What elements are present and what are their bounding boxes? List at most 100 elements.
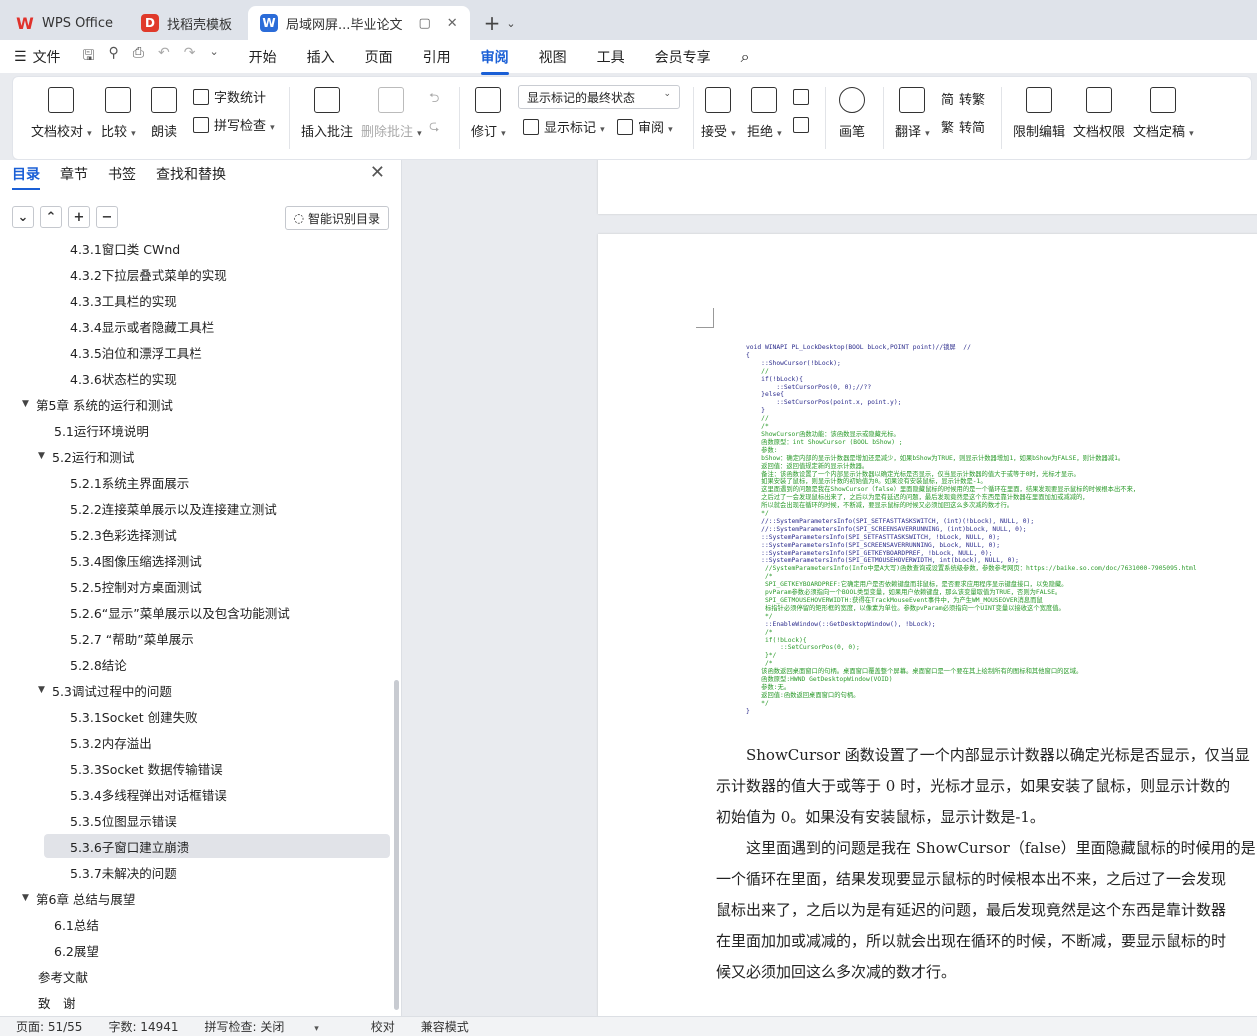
spell-check-button[interactable]: 拼写检查 ▾ — [193, 115, 275, 134]
translate-button[interactable]: 翻译 ▾ — [895, 87, 930, 140]
toc-item[interactable]: ▼ 5.2运行和测试 — [0, 444, 390, 468]
expand-triangle-icon[interactable]: ▼ — [22, 893, 36, 903]
toc-item[interactable]: 5.2.2连接菜单展示以及连接建立测试 — [0, 496, 390, 520]
redo-icon[interactable]: ↷ — [184, 45, 196, 69]
doc-check-button[interactable]: 文档校对 ▾ — [31, 87, 92, 140]
tab-chapters[interactable]: 章节 — [60, 164, 88, 184]
reject-button[interactable]: 拒绝 ▾ — [747, 87, 782, 140]
menu-page[interactable]: 页面 — [365, 47, 393, 67]
prev-comment-icon[interactable]: ⮌ — [429, 89, 439, 111]
toc-item[interactable]: 4.3.1窗口类 CWnd — [0, 240, 390, 260]
next-change-icon[interactable] — [793, 117, 809, 133]
smart-toc-button[interactable]: ◌ 智能识别目录 — [284, 206, 389, 230]
expand-icon[interactable]: ⌄ — [12, 206, 34, 228]
compat-mode: 兼容模式 — [420, 1020, 469, 1034]
toc-item[interactable]: 5.2.7 “帮助”菜单展示 — [0, 626, 390, 650]
toc-item[interactable]: 5.2.1系统主界面展示 — [0, 470, 390, 494]
word-count-indicator[interactable]: 字数: 14941 — [108, 1018, 178, 1035]
toc-item[interactable]: 6.1总结 — [0, 912, 390, 936]
share-icon[interactable]: ⚲ — [109, 45, 119, 69]
read-aloud-button[interactable]: 朗读 — [151, 87, 177, 140]
tab-bookmarks[interactable]: 书签 — [108, 164, 136, 184]
menu-member[interactable]: 会员专享 — [655, 47, 711, 67]
close-icon[interactable]: ✕ — [447, 16, 458, 31]
toc-item[interactable]: ▼ 第5章 系统的运行和测试 — [0, 392, 390, 416]
toc-item[interactable]: 4.3.3工具栏的实现 — [0, 288, 390, 312]
document-area[interactable]: 45 void WINAPI PL_LockDesktop(BOOL bLock… — [403, 160, 1257, 1016]
proof-status[interactable]: 校对 — [371, 1018, 395, 1035]
to-simplified-button[interactable]: 繁 转简 — [941, 117, 985, 136]
prev-change-icon[interactable] — [793, 89, 809, 105]
review-button[interactable]: 审阅 ▾ — [617, 117, 673, 136]
toc-item[interactable]: 5.2.3色彩选择测试 — [0, 522, 390, 546]
markup-state-select[interactable]: 显示标记的最终状态 ⌄ — [518, 85, 680, 109]
toc-item[interactable]: 5.3.3Socket 数据传输错误 — [0, 756, 390, 780]
toc-item[interactable]: 参考文献 — [0, 964, 390, 988]
delete-comment-button[interactable]: 删除批注 ▾ — [361, 87, 422, 140]
remove-icon[interactable]: − — [96, 206, 118, 228]
expand-triangle-icon[interactable]: ▼ — [22, 399, 36, 409]
insert-comment-button[interactable]: 插入批注 — [301, 87, 353, 140]
toc-item[interactable]: ▼ 第6章 总结与展望 — [0, 886, 390, 910]
menu-review[interactable]: 审阅 — [480, 47, 509, 75]
toc-item[interactable]: 6.2展望 — [0, 938, 390, 962]
restrict-edit-label: 限制编辑 — [1013, 125, 1066, 140]
page-indicator[interactable]: 页面: 51/55 — [16, 1018, 82, 1035]
toc-item[interactable]: 4.3.2下拉层叠式菜单的实现 — [0, 262, 390, 286]
tab-toc[interactable]: 目录 — [12, 164, 40, 190]
menu-insert[interactable]: 插入 — [307, 47, 335, 67]
restrict-edit-button[interactable]: 限制编辑 — [1013, 87, 1065, 140]
toc-scrollbar[interactable] — [394, 680, 399, 1010]
expand-triangle-icon[interactable]: ▼ — [38, 685, 52, 695]
simplified-icon: 繁 — [941, 121, 955, 136]
ink-button[interactable]: 画笔 — [839, 87, 865, 140]
toc-item[interactable]: 5.1运行环境说明 — [0, 418, 390, 442]
window-icon[interactable]: ▢ — [418, 16, 430, 31]
menu-reference[interactable]: 引用 — [423, 47, 451, 67]
to-traditional-button[interactable]: 简 转繁 — [941, 89, 985, 108]
toc-item[interactable]: 5.3.2内存溢出 — [0, 730, 390, 754]
tab-find-replace[interactable]: 查找和替换 — [156, 164, 226, 184]
revise-button[interactable]: 修订 ▾ — [471, 87, 506, 140]
show-markup-button[interactable]: 显示标记 ▾ — [523, 117, 605, 136]
tab-document[interactable]: W 局域网屏...毕业论文 ▢ ✕ — [248, 6, 470, 40]
menu-start[interactable]: 开始 — [249, 47, 277, 67]
toc-item[interactable]: 5.3.6子窗口建立崩溃 — [44, 834, 390, 858]
close-icon[interactable]: ✕ — [370, 162, 385, 183]
toc-item[interactable]: 5.3.4多线程弹出对话框错误 — [0, 782, 390, 806]
save-icon[interactable]: 🖫 — [83, 45, 95, 69]
spell-check-status[interactable]: 拼写检查: 关闭 ▾ — [205, 1018, 345, 1035]
toc-item[interactable]: 致 谢 — [0, 990, 390, 1014]
new-tab-button[interactable]: + ⌄ — [474, 6, 526, 40]
toc-item[interactable]: 5.2.5控制对方桌面测试 — [0, 574, 390, 598]
file-menu[interactable]: ☰ 文件 — [14, 47, 61, 67]
tab-wps-office[interactable]: W WPS Office — [4, 6, 125, 40]
print-preview-icon[interactable]: ⎙ — [133, 45, 144, 69]
tab-template[interactable]: D 找稻壳模板 — [129, 6, 244, 40]
word-count-button[interactable]: 字数统计 — [193, 87, 266, 106]
add-icon[interactable]: + — [68, 206, 90, 228]
toc-item[interactable]: 5.3.4图像压缩选择测试 — [0, 548, 390, 572]
toc-item[interactable]: 5.3.5位图显示错误 — [0, 808, 390, 832]
menu-tools[interactable]: 工具 — [597, 47, 625, 67]
undo-icon[interactable]: ↶ — [158, 45, 170, 69]
toc-item[interactable]: 5.3.1Socket 创建失败 — [0, 704, 390, 728]
accept-button[interactable]: 接受 ▾ — [701, 87, 736, 140]
expand-triangle-icon[interactable]: ▼ — [38, 451, 52, 461]
toc-item[interactable]: 4.3.4显示或者隐藏工具栏 — [0, 314, 390, 338]
text-line: 这里面遇到的问题是我在 ShowCursor（false）里面隐藏鼠标的时候用的… — [716, 839, 1256, 857]
toc-item[interactable]: 5.2.6“显示”菜单展示以及包含功能测试 — [0, 600, 390, 624]
chevron-down-icon[interactable]: ⌄ — [209, 45, 218, 69]
toc-item[interactable]: 5.3.7未解决的问题 — [0, 860, 390, 884]
menu-view[interactable]: 视图 — [539, 47, 567, 67]
toc-item[interactable]: 4.3.6状态栏的实现 — [0, 366, 390, 390]
doc-finalize-button[interactable]: 文档定稿 ▾ — [1133, 87, 1194, 140]
toc-item[interactable]: 4.3.5泊位和漂浮工具栏 — [0, 340, 390, 364]
compare-button[interactable]: 比较 ▾ — [101, 87, 136, 140]
next-comment-icon[interactable]: ⮎ — [429, 117, 439, 139]
doc-permission-button[interactable]: 文档权限 — [1073, 87, 1125, 140]
toc-item[interactable]: ▼ 5.3调试过程中的问题 — [0, 678, 390, 702]
search-icon[interactable]: ⌕ — [741, 47, 750, 67]
collapse-icon[interactable]: ⌃ — [40, 206, 62, 228]
toc-item[interactable]: 5.2.8结论 — [0, 652, 390, 676]
